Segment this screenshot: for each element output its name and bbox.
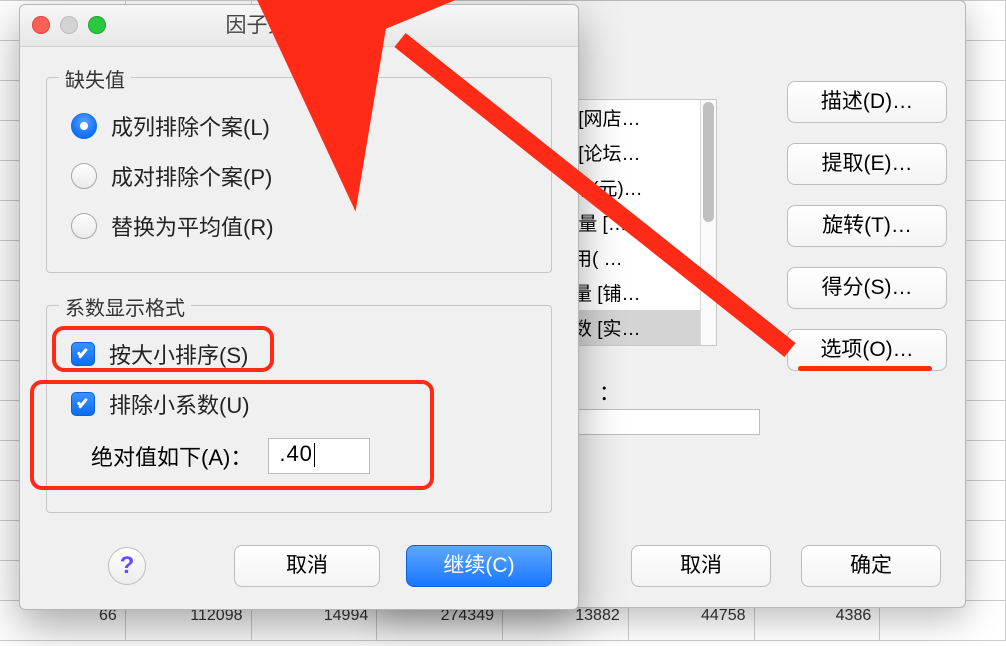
radio-pairwise-label: 成对排除个案(P) xyxy=(111,160,272,192)
checkbox-sort[interactable]: 按大小排序(S) xyxy=(71,338,533,370)
options-button[interactable]: 选项(O)… xyxy=(787,329,947,371)
help-button[interactable]: ? xyxy=(108,547,146,585)
side-buttons-column: 描述(D)… 提取(E)… 旋转(T)… 得分(S)… 选项(O)… xyxy=(787,81,947,391)
traffic-lights xyxy=(32,16,106,34)
cancel-button[interactable]: 取消 xyxy=(631,545,771,587)
absolute-value-text: .40 xyxy=(279,441,313,466)
options-bottom-row: ? 取消 继续(C) xyxy=(20,545,578,587)
checkbox-icon[interactable] xyxy=(71,342,95,366)
ok-button[interactable]: 确定 xyxy=(801,545,941,587)
radio-listwise-label: 成列排除个案(L) xyxy=(111,110,270,142)
radio-meanreplace[interactable]: 替换为平均值(R) xyxy=(71,210,533,242)
group-coef-legend: 系数显示格式 xyxy=(59,292,191,321)
annotation-underline xyxy=(798,366,932,371)
group-missing-legend: 缺失值 xyxy=(59,64,131,93)
checkbox-sort-label: 按大小排序(S) xyxy=(109,338,248,370)
titlebar[interactable]: 因子分析：选项 xyxy=(20,5,578,47)
absolute-value-input[interactable]: .40 xyxy=(268,438,370,474)
absolute-value-row: 绝对值如下(A)： .40 xyxy=(91,438,533,474)
absolute-value-label: 绝对值如下(A)： xyxy=(91,440,252,472)
describe-button[interactable]: 描述(D)… xyxy=(787,81,947,123)
scrollbar-thumb[interactable] xyxy=(703,102,714,222)
rotate-button[interactable]: 旋转(T)… xyxy=(787,205,947,247)
minimize-icon xyxy=(60,16,78,34)
extract-button[interactable]: 提取(E)… xyxy=(787,143,947,185)
continue-button[interactable]: 继续(C) xyxy=(406,545,552,587)
radio-icon[interactable] xyxy=(71,163,97,189)
text-caret xyxy=(314,443,316,467)
checkbox-suppress[interactable]: 排除小系数(U) xyxy=(71,388,533,420)
close-icon[interactable] xyxy=(32,16,50,34)
options-button-label: 选项(O)… xyxy=(820,338,913,361)
radio-meanreplace-label: 替换为平均值(R) xyxy=(111,210,274,242)
scrollbar[interactable] xyxy=(700,100,716,345)
checkbox-icon[interactable] xyxy=(71,392,95,416)
radio-listwise[interactable]: 成列排除个案(L) xyxy=(71,110,533,142)
selection-variable-input[interactable] xyxy=(552,409,760,435)
radio-icon[interactable] xyxy=(71,113,97,139)
group-missing-values: 缺失值 成列排除个案(L) 成对排除个案(P) 替换为平均值(R) xyxy=(46,77,552,273)
score-button[interactable]: 得分(S)… xyxy=(787,267,947,309)
options-dialog: 因子分析：选项 缺失值 成列排除个案(L) 成对排除个案(P) 替换为平均值(R… xyxy=(19,4,579,610)
radio-icon[interactable] xyxy=(71,213,97,239)
cancel-button[interactable]: 取消 xyxy=(234,545,380,587)
dialog-title: 因子分析：选项 xyxy=(226,14,373,37)
radio-pairwise[interactable]: 成对排除个案(P) xyxy=(71,160,533,192)
zoom-icon[interactable] xyxy=(88,16,106,34)
label-colon: ： xyxy=(599,377,620,407)
checkbox-suppress-label: 排除小系数(U) xyxy=(109,388,250,420)
group-coef-format: 系数显示格式 按大小排序(S) 排除小系数(U) 绝对值如下(A)： .40 xyxy=(46,305,552,513)
